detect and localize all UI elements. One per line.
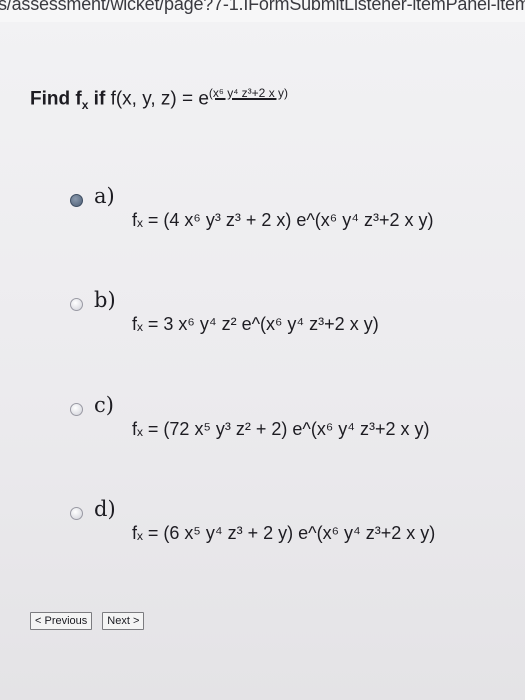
option-formula: fₓ = (72 x⁵ y³ z² + 2) e^(x⁶ y⁴ z³+2 x y… — [132, 419, 430, 439]
radio-button[interactable] — [70, 403, 83, 416]
question-prefix: Find f — [30, 88, 82, 110]
option-letter: b) — [94, 288, 116, 312]
option-formula: fₓ = 3 x⁶ y⁴ z² e^(x⁶ y⁴ z³+2 x y) — [132, 314, 379, 334]
option-letter: a) — [94, 184, 115, 208]
screen: s/assessment/wicket/page?7-1.IFormSubmit… — [0, 0, 525, 700]
previous-button[interactable]: < Previous — [30, 612, 93, 630]
navigation-buttons: < Previous Next > — [30, 612, 145, 630]
question-middle: if — [88, 88, 111, 110]
next-button[interactable]: Next > — [102, 612, 145, 630]
option-formula: fₓ = (6 x⁵ y⁴ z³ + 2 y) e^(x⁶ y⁴ z³+2 x … — [132, 523, 436, 543]
radio-button[interactable] — [70, 298, 83, 311]
option-a[interactable]: a) fₓ = (4 x⁶ y³ z³ + 2 x) e^(x⁶ y⁴ z³+2… — [64, 184, 504, 264]
option-letter: d) — [94, 497, 116, 521]
question-text: Find fx if f(x, y, z) = e(x⁶ y⁴ z³+2 x y… — [30, 86, 288, 112]
radio-button-selected[interactable] — [70, 194, 83, 207]
url-text: s/assessment/wicket/page?7-1.IFormSubmit… — [0, 0, 525, 14]
option-formula: fₓ = (4 x⁶ y³ z³ + 2 x) e^(x⁶ y⁴ z³+2 x … — [132, 210, 434, 230]
option-b[interactable]: b) fₓ = 3 x⁶ y⁴ z² e^(x⁶ y⁴ z³+2 x y) — [64, 288, 504, 368]
radio-button[interactable] — [70, 507, 83, 520]
url-bar[interactable]: s/assessment/wicket/page?7-1.IFormSubmit… — [0, 0, 525, 22]
option-letter: c) — [94, 393, 114, 417]
option-d[interactable]: d) fₓ = (6 x⁵ y⁴ z³ + 2 y) e^(x⁶ y⁴ z³+2… — [64, 497, 504, 577]
question-exponent: (x⁶ y⁴ z³+2 x y) — [208, 86, 289, 100]
option-c[interactable]: c) fₓ = (72 x⁵ y³ z² + 2) e^(x⁶ y⁴ z³+2 … — [64, 393, 504, 473]
question-function: f(x, y, z) = e — [110, 88, 209, 110]
